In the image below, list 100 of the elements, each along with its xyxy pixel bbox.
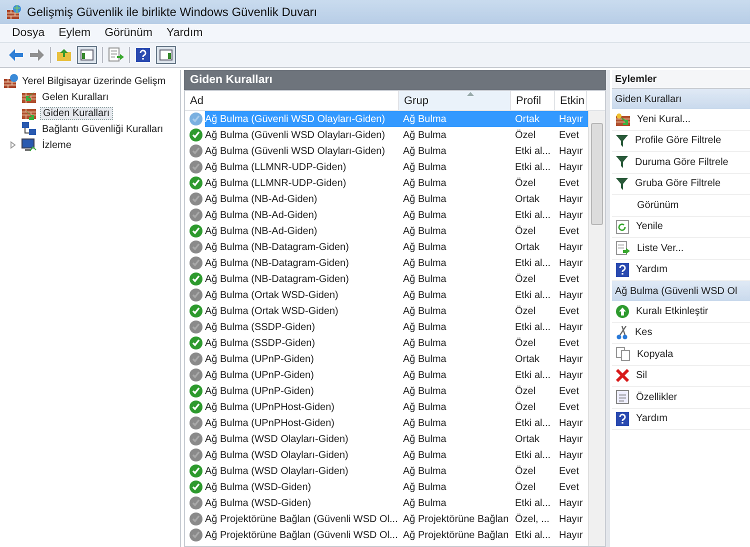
action-item[interactable]: Özellikler bbox=[636, 392, 678, 403]
menu-item[interactable]: Görünüm bbox=[98, 26, 158, 40]
rule-name: Ağ Bulma (UPnPHost-Giden) bbox=[204, 418, 336, 428]
section-header[interactable]: Giden Kuralları bbox=[612, 89, 750, 109]
filter-icon bbox=[616, 156, 628, 168]
rule-row[interactable]: Ağ Bulma (LLMNR-UDP-Giden) Ağ Bulma Özel Evet bbox=[185, 175, 588, 191]
tree-item[interactable]: Bağlantı Güvenliği Kuralları bbox=[40, 124, 166, 134]
action-item[interactable]: Liste Ver... bbox=[637, 242, 684, 254]
action-item[interactable]: Sil bbox=[636, 370, 648, 382]
tree-item[interactable]: İzleme bbox=[40, 140, 74, 150]
rule-name: Ağ Bulma (Güvenli WSD Olayları-Giden) bbox=[204, 146, 386, 156]
action-item[interactable]: Yardım bbox=[636, 264, 668, 276]
rule-row[interactable]: Ağ Bulma (WSD-Giden) Ağ Bulma Özel Evet bbox=[185, 479, 588, 495]
rule-enabled: Hayır bbox=[558, 210, 584, 220]
rule-row[interactable]: Ağ Bulma (WSD Olayları-Giden) Ağ Bulma Etki al... Hayır bbox=[185, 447, 588, 463]
rule-name: Ağ Bulma (WSD Olayları-Giden) bbox=[204, 434, 350, 444]
action-item[interactable]: Kopyala bbox=[637, 348, 674, 360]
rule-row[interactable]: Ağ Bulma (NB-Datagram-Giden) Ağ Bulma Ortak Hayır bbox=[185, 239, 588, 255]
rule-group: Ağ Bulma bbox=[399, 130, 511, 140]
rule-row[interactable]: Ağ Bulma (NB-Ad-Giden) Ağ Bulma Özel Evet bbox=[185, 223, 588, 239]
rule-row[interactable]: Ağ Bulma (UPnP-Giden) Ağ Bulma Etki al... Hayır bbox=[185, 367, 588, 383]
rule-enabled: Hayır bbox=[558, 450, 584, 460]
rule-enabled: Hayır bbox=[558, 530, 584, 540]
column-header[interactable]: Etkin bbox=[555, 91, 587, 110]
firewall-icon bbox=[3, 73, 19, 89]
scroll-thumb[interactable] bbox=[591, 123, 603, 225]
rule-enabled: Hayır bbox=[558, 322, 584, 332]
rule-name: Ağ Projektörüne Bağlan (Güvenli WSD Ol... bbox=[204, 530, 399, 540]
section-header[interactable]: Ağ Bulma (Güvenli WSD Ol bbox=[612, 281, 750, 301]
rule-group: Ağ Bulma bbox=[399, 498, 511, 508]
rule-row[interactable]: Ağ Bulma (NB-Ad-Giden) Ağ Bulma Etki al... Hayır bbox=[185, 207, 588, 223]
rule-row[interactable]: Ağ Bulma (NB-Datagram-Giden) Ağ Bulma Etki al... Hayır bbox=[185, 255, 588, 271]
rule-group: Ağ Bulma bbox=[399, 242, 511, 252]
rule-row[interactable]: Ağ Bulma (Güvenli WSD Olayları-Giden) Ağ Bulma Etki al... Hayır bbox=[185, 143, 588, 159]
scissors-icon bbox=[616, 326, 628, 340]
rule-group: Ağ Bulma bbox=[399, 114, 511, 124]
rule-row[interactable]: Ağ Bulma (WSD-Giden) Ağ Bulma Etki al... Hayır bbox=[185, 495, 588, 511]
export-list-icon[interactable] bbox=[108, 47, 124, 63]
filter-icon bbox=[616, 178, 628, 190]
back-icon[interactable] bbox=[8, 48, 24, 62]
menu-item[interactable]: Eylem bbox=[52, 26, 97, 40]
rule-enabled: Evet bbox=[558, 306, 580, 316]
rule-group: Ağ Bulma bbox=[399, 386, 511, 396]
rule-profile: Etki al... bbox=[514, 370, 552, 380]
rule-row[interactable]: Ağ Bulma (Ortak WSD-Giden) Ağ Bulma Özel Evet bbox=[185, 303, 588, 319]
rule-row[interactable]: Ağ Bulma (SSDP-Giden) Ağ Bulma Etki al... Hayır bbox=[185, 319, 588, 335]
forward-icon[interactable] bbox=[29, 48, 45, 62]
rule-row[interactable]: Ağ Bulma (SSDP-Giden) Ağ Bulma Özel Evet bbox=[185, 335, 588, 351]
tree-item[interactable]: Gelen Kuralları bbox=[40, 92, 111, 102]
rule-profile: Özel bbox=[514, 482, 537, 492]
action-item[interactable]: Görünüm bbox=[637, 200, 679, 211]
rule-row[interactable]: Ağ Bulma (UPnP-Giden) Ağ Bulma Ortak Hayır bbox=[185, 351, 588, 367]
action-item[interactable]: Yenile bbox=[636, 221, 663, 232]
action-item[interactable]: Yardım bbox=[636, 413, 668, 424]
help-icon bbox=[616, 412, 629, 426]
action-item[interactable]: Profile Göre Filtrele bbox=[635, 135, 722, 146]
tree-item[interactable]: Giden Kuralları bbox=[40, 106, 113, 120]
rule-enabled: Hayır bbox=[558, 146, 584, 156]
monitor-icon bbox=[21, 137, 37, 153]
panel-title: Giden Kuralları bbox=[184, 70, 606, 90]
action-pane-icon[interactable] bbox=[156, 46, 176, 64]
action-item[interactable]: Duruma Göre Filtrele bbox=[635, 156, 728, 168]
tree-item[interactable]: Yerel Bilgisayar üzerinde Gelişm bbox=[22, 76, 166, 86]
rule-row[interactable]: Ağ Bulma (Güvenli WSD Olayları-Giden) Ağ Bulma Özel Evet bbox=[185, 127, 588, 143]
rule-profile: Etki al... bbox=[514, 210, 552, 220]
rule-group: Ağ Bulma bbox=[399, 402, 511, 412]
folder-up-icon[interactable] bbox=[56, 48, 72, 62]
rule-row[interactable]: Ağ Bulma (WSD Olayları-Giden) Ağ Bulma Özel Evet bbox=[185, 463, 588, 479]
action-item[interactable]: Kes bbox=[635, 327, 652, 338]
rule-profile: Özel bbox=[514, 466, 537, 476]
action-item[interactable]: Yeni Kural... bbox=[637, 114, 691, 125]
rule-row[interactable]: Ağ Bulma (Ortak WSD-Giden) Ağ Bulma Etki al... Hayır bbox=[185, 287, 588, 303]
rule-group: Ağ Bulma bbox=[399, 258, 511, 268]
rule-row[interactable]: Ağ Bulma (NB-Ad-Giden) Ağ Bulma Ortak Hayır bbox=[185, 191, 588, 207]
rule-group: Ağ Bulma bbox=[399, 322, 511, 332]
network-computers-icon bbox=[21, 121, 37, 137]
rule-row[interactable]: Ağ Bulma (UPnPHost-Giden) Ağ Bulma Özel Evet bbox=[185, 399, 588, 415]
refresh-icon bbox=[616, 220, 629, 234]
rule-profile: Etki al... bbox=[514, 418, 552, 428]
rule-profile: Etki al... bbox=[514, 498, 552, 508]
rule-row[interactable]: Ağ Bulma (WSD Olayları-Giden) Ağ Bulma Ortak Hayır bbox=[185, 431, 588, 447]
scrollbar[interactable] bbox=[588, 111, 605, 546]
rule-row[interactable]: Ağ Bulma (UPnPHost-Giden) Ağ Bulma Etki al... Hayır bbox=[185, 415, 588, 431]
rule-enabled: Evet bbox=[558, 226, 580, 236]
menu-item[interactable]: Yardım bbox=[160, 26, 209, 40]
menu-item[interactable]: Dosya bbox=[6, 26, 51, 40]
column-header[interactable]: Profil bbox=[511, 91, 555, 110]
rule-group: Ağ Bulma bbox=[399, 434, 511, 444]
column-header[interactable]: Grup bbox=[399, 91, 511, 110]
rule-row[interactable]: Ağ Bulma (LLMNR-UDP-Giden) Ağ Bulma Etki al... Hayır bbox=[185, 159, 588, 175]
rule-row[interactable]: Ağ Projektörüne Bağlan (Güvenli WSD Ol... Ağ Projektörüne Bağlan Etki al... Hayır bbox=[185, 527, 588, 543]
rule-row[interactable]: Ağ Bulma (UPnP-Giden) Ağ Bulma Özel Evet bbox=[185, 383, 588, 399]
action-item[interactable]: Gruba Göre Filtrele bbox=[635, 178, 721, 190]
console-tree-icon[interactable] bbox=[77, 46, 97, 64]
rule-row[interactable]: Ağ Projektörüne Bağlan (Güvenli WSD Ol... Ağ Projektörüne Bağlan Özel, ... Hayır bbox=[185, 511, 588, 527]
expand-arrow-icon[interactable] bbox=[10, 141, 16, 149]
action-item[interactable]: Kuralı Etkinleştir bbox=[636, 306, 708, 317]
help-icon[interactable] bbox=[135, 47, 151, 63]
help-icon bbox=[616, 262, 629, 277]
rule-row[interactable]: Ağ Bulma (NB-Datagram-Giden) Ağ Bulma Özel Evet bbox=[185, 271, 588, 287]
